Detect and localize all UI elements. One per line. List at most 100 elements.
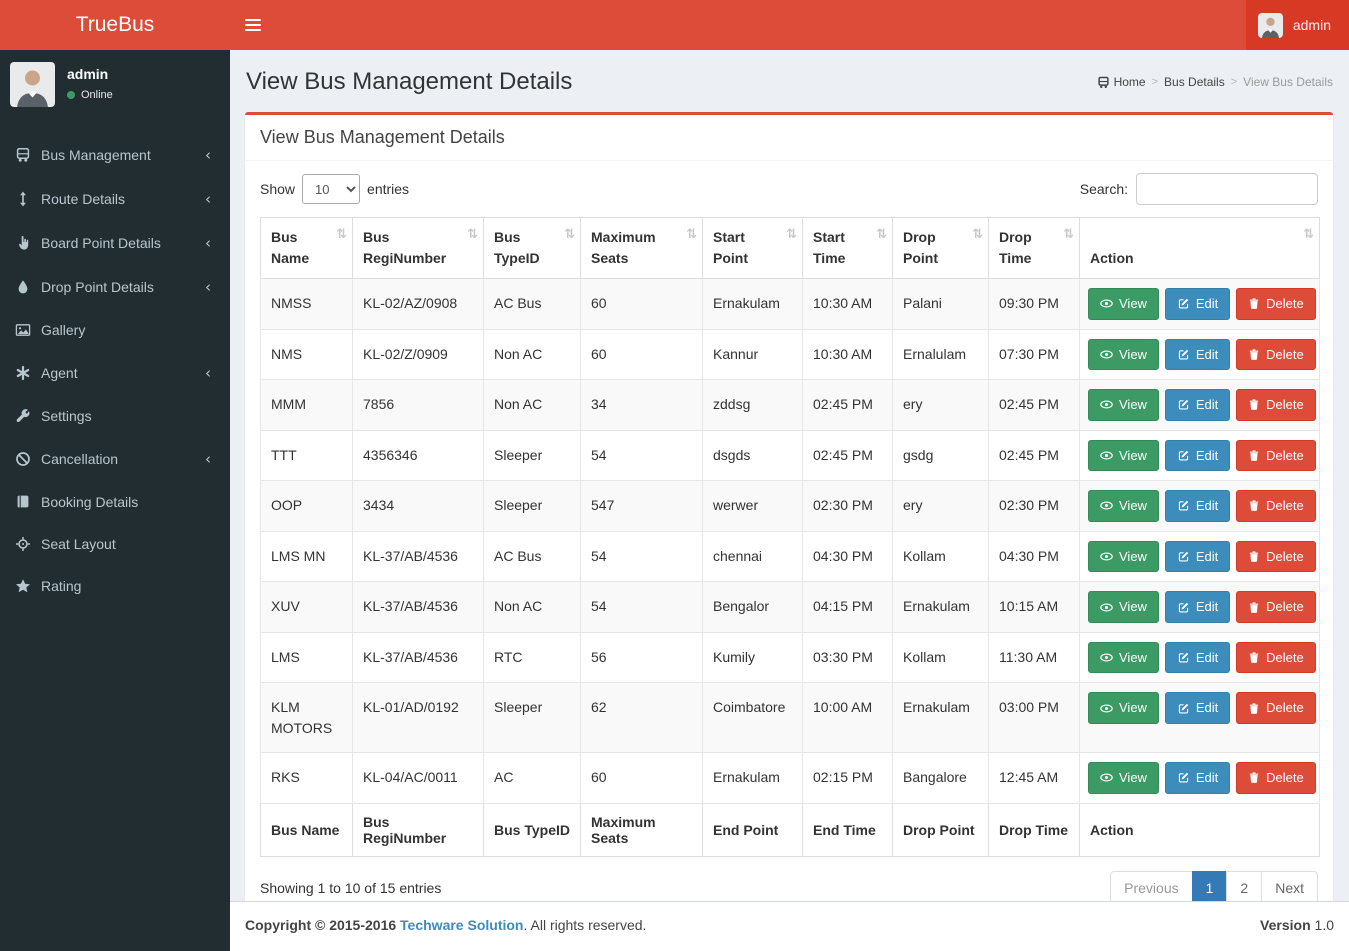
column-header-start-point[interactable]: Start Point ⇅ — [702, 217, 803, 279]
cell-action: View Edit Delete — [1079, 581, 1320, 633]
delete-button[interactable]: Delete — [1236, 692, 1316, 724]
sidebar-item-board-point-details[interactable]: Board Point Details ‹ — [0, 221, 230, 265]
sidebar-item-bus-management[interactable]: Bus Management ‹ — [0, 133, 230, 177]
chevron-left-icon: ‹ — [205, 278, 211, 296]
column-header-drop-time[interactable]: Drop Time ⇅ — [988, 217, 1080, 279]
edit-button[interactable]: Edit — [1164, 288, 1231, 320]
sidebar-item-label: Booking Details — [41, 494, 139, 510]
delete-button[interactable]: Delete — [1236, 641, 1316, 674]
cell-drop-point: Ernakulam — [892, 581, 989, 633]
view-button[interactable]: View — [1088, 389, 1159, 421]
view-button[interactable]: View — [1088, 490, 1159, 522]
cell-drop-time: 10:15 AM — [988, 581, 1080, 633]
delete-label: Delete — [1266, 769, 1304, 785]
cell-drop-point: Ernakulam — [892, 682, 989, 753]
hamburger-icon — [245, 16, 261, 34]
column-header-maximum-seats[interactable]: Maximum Seats ⇅ — [580, 217, 703, 279]
delete-button[interactable]: Delete — [1236, 490, 1316, 522]
cell-bus-typeid: Sleeper — [483, 480, 581, 532]
sidebar-item-agent[interactable]: Agent ‹ — [0, 351, 230, 395]
edit-button[interactable]: Edit — [1164, 439, 1231, 472]
sidebar-item-gallery[interactable]: Gallery — [0, 309, 230, 351]
pagination-page-2[interactable]: 2 — [1226, 870, 1263, 905]
sidebar-item-settings[interactable]: Settings — [0, 395, 230, 437]
sidebar-item-cancellation[interactable]: Cancellation ‹ — [0, 437, 230, 481]
cell-action: View Edit Delete — [1079, 631, 1320, 684]
sidebar-item-seat-layout[interactable]: Seat Layout — [0, 523, 230, 565]
edit-button[interactable]: Edit — [1164, 761, 1231, 794]
crosshair-icon — [15, 536, 41, 552]
delete-button[interactable]: Delete — [1236, 288, 1316, 320]
table-footer-row: Bus Name Bus RegiNumber Bus TypeID Maxim… — [260, 802, 1320, 857]
pagination-page-1[interactable]: 1 — [1191, 870, 1228, 905]
view-button[interactable]: View — [1088, 761, 1159, 794]
chevron-left-icon: ‹ — [205, 234, 211, 252]
column-header-bus-name[interactable]: Bus Name ⇅ — [260, 217, 353, 279]
view-button[interactable]: View — [1088, 439, 1159, 472]
sidebar-item-booking-details[interactable]: Booking Details — [0, 481, 230, 523]
edit-button[interactable]: Edit — [1164, 641, 1231, 674]
eye-icon — [1100, 550, 1113, 563]
view-button[interactable]: View — [1088, 692, 1159, 724]
view-button[interactable]: View — [1088, 288, 1159, 320]
sidebar-item-label: Agent — [41, 365, 78, 381]
user-menu[interactable]: admin — [1245, 0, 1349, 50]
cell-maximum-seats: 547 — [580, 480, 703, 532]
pagination-next[interactable]: Next — [1261, 870, 1318, 905]
edit-label: Edit — [1195, 548, 1219, 564]
table-row: XUV KL-37/AB/4536 Non AC 54 Bengalor 04:… — [260, 581, 1320, 633]
column-header-action[interactable]: Action ⇅ — [1079, 217, 1320, 279]
breadcrumb-home-link[interactable]: Home — [1097, 75, 1146, 89]
brand-logo[interactable]: TrueBus — [0, 0, 230, 50]
view-button[interactable]: View — [1088, 591, 1159, 623]
column-header-bus-typeid[interactable]: Bus TypeID ⇅ — [483, 217, 581, 279]
edit-button[interactable]: Edit — [1164, 540, 1231, 573]
column-header-bus-reginumber[interactable]: Bus RegiNumber ⇅ — [352, 217, 484, 279]
delete-button[interactable]: Delete — [1236, 389, 1316, 421]
user-status: Online — [67, 89, 113, 101]
cell-bus-name: TTT — [260, 429, 353, 482]
table-row: LMS MN KL-37/AB/4536 AC Bus 54 chennai 0… — [260, 530, 1320, 583]
sidebar-item-drop-point-details[interactable]: Drop Point Details ‹ — [0, 265, 230, 309]
cell-maximum-seats: 54 — [580, 581, 703, 633]
footer-bus-name: Bus Name — [260, 802, 353, 857]
pagination-previous[interactable]: Previous — [1110, 870, 1193, 905]
edit-button[interactable]: Edit — [1164, 591, 1231, 623]
edit-label: Edit — [1195, 346, 1219, 362]
sidebar-toggle-button[interactable] — [230, 0, 276, 50]
techware-solution-link[interactable]: Techware Solution — [400, 917, 523, 933]
view-button[interactable]: View — [1088, 338, 1159, 371]
footer-bus-reginumber: Bus RegiNumber — [352, 802, 484, 857]
delete-button[interactable]: Delete — [1236, 338, 1316, 371]
edit-icon — [1177, 348, 1190, 361]
edit-icon — [1177, 499, 1190, 512]
edit-button[interactable]: Edit — [1164, 338, 1231, 371]
sidebar-item-label: Seat Layout — [41, 536, 116, 552]
sidebar-item-label: Bus Management — [41, 147, 151, 163]
cell-maximum-seats: 62 — [580, 682, 703, 753]
cell-start-time: 02:30 PM — [802, 480, 893, 532]
delete-button[interactable]: Delete — [1236, 761, 1316, 794]
edit-button[interactable]: Edit — [1164, 490, 1231, 522]
edit-button[interactable]: Edit — [1164, 692, 1231, 724]
view-button[interactable]: View — [1088, 540, 1159, 573]
table-row: MMM 7856 Non AC 34 zddsg 02:45 PM ery 02… — [260, 379, 1320, 431]
edit-icon — [1177, 449, 1190, 462]
breadcrumb-bus-details-link[interactable]: Bus Details — [1164, 75, 1225, 89]
cell-action: View Edit Delete — [1079, 480, 1320, 532]
delete-button[interactable]: Delete — [1236, 439, 1316, 472]
delete-label: Delete — [1266, 599, 1304, 615]
sidebar-item-route-details[interactable]: Route Details ‹ — [0, 177, 230, 221]
view-button[interactable]: View — [1088, 641, 1159, 674]
arrows-vertical-icon — [15, 191, 41, 207]
cell-drop-point: gsdg — [892, 429, 989, 482]
search-input[interactable] — [1136, 173, 1318, 205]
delete-button[interactable]: Delete — [1236, 540, 1316, 573]
column-header-start-time[interactable]: Start Time ⇅ — [802, 217, 893, 279]
sidebar-item-rating[interactable]: Rating — [0, 565, 230, 607]
edit-button[interactable]: Edit — [1164, 389, 1231, 421]
column-header-drop-point[interactable]: Drop Point ⇅ — [892, 217, 989, 279]
entries-per-page-select[interactable]: 10 — [302, 174, 361, 204]
delete-button[interactable]: Delete — [1236, 591, 1316, 623]
main-header: TrueBus admin — [0, 0, 1349, 50]
